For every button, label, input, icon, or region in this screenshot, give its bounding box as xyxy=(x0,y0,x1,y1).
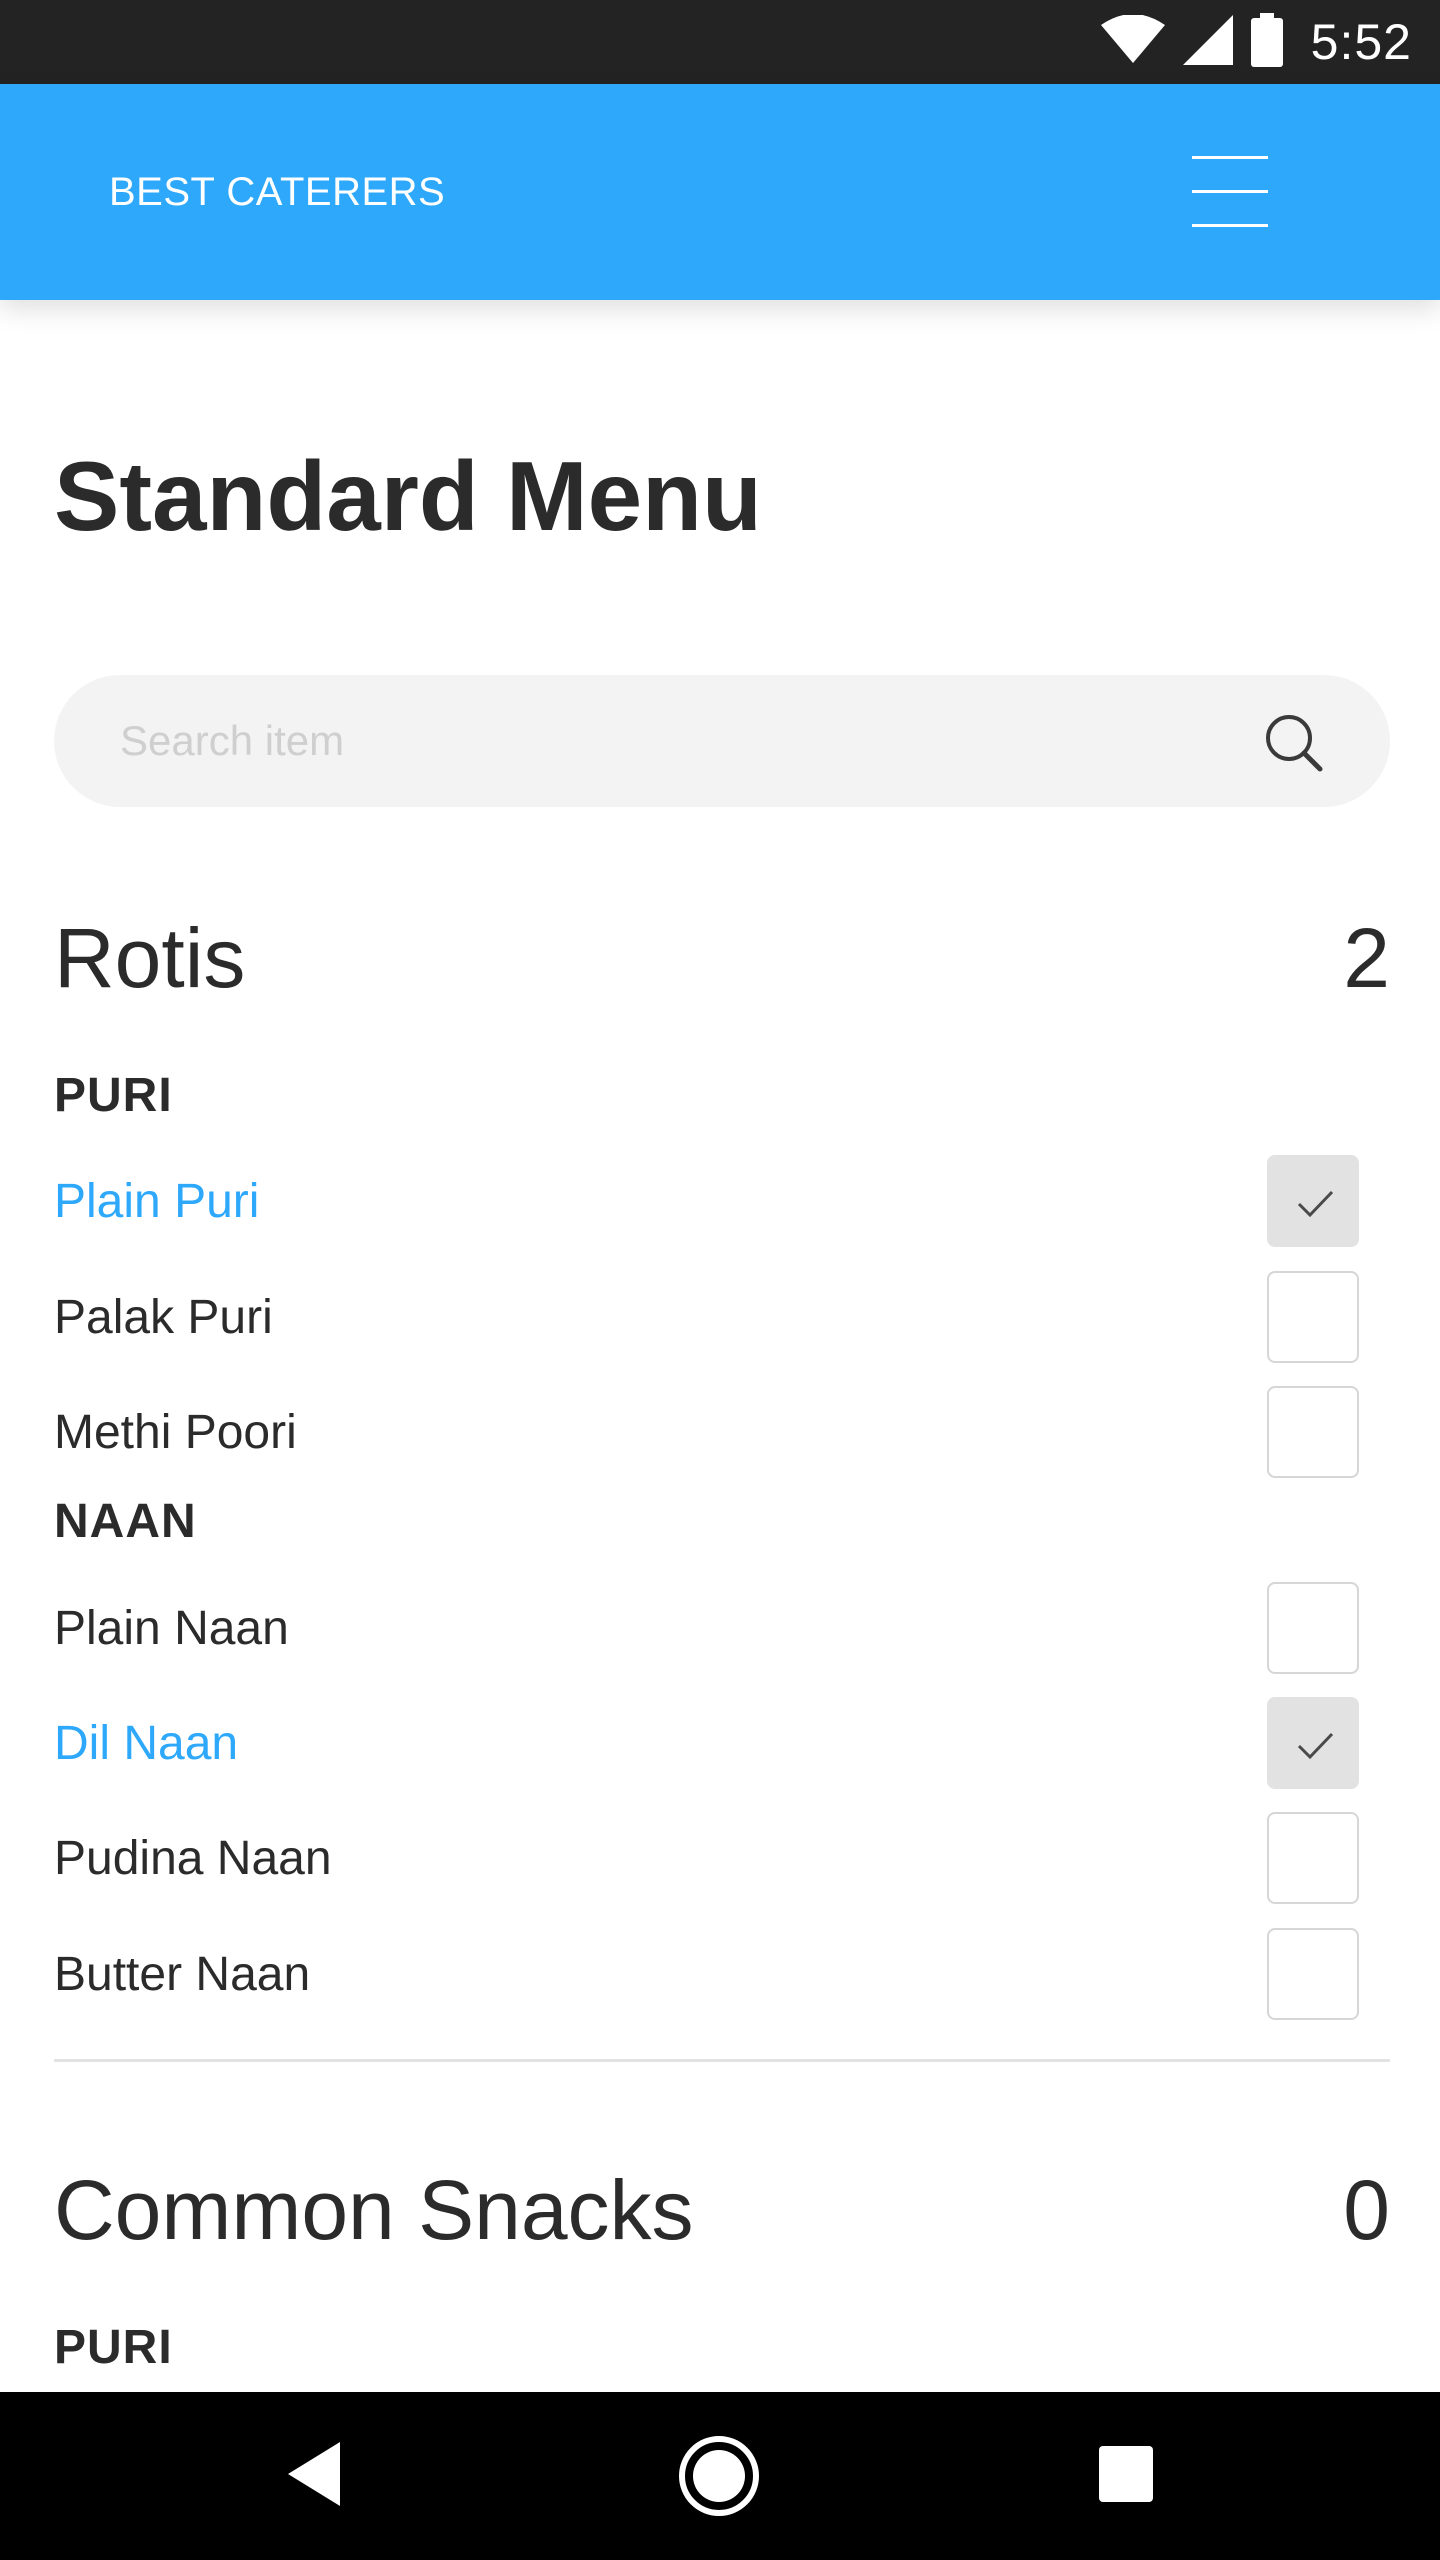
app-bar: BEST CATERERS xyxy=(0,84,1440,300)
navigation-bar xyxy=(0,2392,1440,2560)
signal-icon xyxy=(1182,14,1233,70)
check-icon xyxy=(1297,1732,1334,1760)
menu-item-methi-poori[interactable]: Methi Poori xyxy=(54,1384,1390,1480)
battery-icon xyxy=(1250,12,1283,72)
menu-item-dil-naan[interactable]: Dil Naan xyxy=(54,1695,1390,1791)
menu-item-butter-naan[interactable]: Butter Naan xyxy=(54,1926,1390,2022)
recents-icon[interactable] xyxy=(1099,2446,1153,2507)
section-divider xyxy=(54,2059,1390,2062)
item-label: Methi Poori xyxy=(54,1405,297,1459)
home-icon[interactable] xyxy=(678,2435,760,2522)
item-checkbox[interactable] xyxy=(1267,1271,1359,1363)
section-count: 0 xyxy=(1343,2163,1390,2257)
status-icons: 5:52 xyxy=(1100,0,1412,84)
item-label: Pudina Naan xyxy=(54,1831,332,1885)
item-checkbox[interactable] xyxy=(1267,1155,1359,1247)
menu-item-palak-puri[interactable]: Palak Puri xyxy=(54,1269,1390,1365)
item-checkbox[interactable] xyxy=(1267,1697,1359,1789)
search-bar[interactable] xyxy=(54,675,1390,807)
item-checkbox[interactable] xyxy=(1267,1386,1359,1478)
status-bar: 5:52 xyxy=(0,0,1440,84)
check-icon xyxy=(1297,1190,1334,1218)
item-checkbox[interactable] xyxy=(1267,1812,1359,1904)
section-header-rotis: Rotis 2 xyxy=(54,910,1390,1007)
app-brand[interactable]: BEST CATERERS xyxy=(109,84,445,300)
item-checkbox[interactable] xyxy=(1267,1582,1359,1674)
wifi-icon xyxy=(1100,13,1165,70)
item-label: Butter Naan xyxy=(54,1947,311,2001)
section-title: Rotis xyxy=(54,911,246,1005)
menu-item-plain-puri[interactable]: Plain Puri xyxy=(54,1153,1390,1249)
menu-button[interactable] xyxy=(1180,156,1280,236)
group-label: PURI xyxy=(54,1069,173,1122)
menu-item-plain-naan[interactable]: Plain Naan xyxy=(54,1580,1390,1676)
back-icon[interactable] xyxy=(288,2442,342,2511)
item-checkbox[interactable] xyxy=(1267,1928,1359,2020)
page-title: Standard Menu xyxy=(54,441,762,551)
item-label: Plain Puri xyxy=(54,1174,260,1228)
group-label: PURI xyxy=(54,2321,173,2374)
section-title: Common Snacks xyxy=(54,2163,694,2257)
status-time: 5:52 xyxy=(1310,14,1412,70)
group-label: NAAN xyxy=(54,1495,197,1548)
search-icon[interactable] xyxy=(1262,711,1326,775)
item-label: Plain Naan xyxy=(54,1601,289,1655)
search-input[interactable] xyxy=(118,675,1218,807)
menu-item-pudina-naan[interactable]: Pudina Naan xyxy=(54,1810,1390,1906)
section-count: 2 xyxy=(1343,911,1390,1005)
item-label: Palak Puri xyxy=(54,1290,273,1344)
section-header-common-snacks: Common Snacks 0 xyxy=(54,2162,1390,2259)
item-label: Dil Naan xyxy=(54,1716,239,1770)
